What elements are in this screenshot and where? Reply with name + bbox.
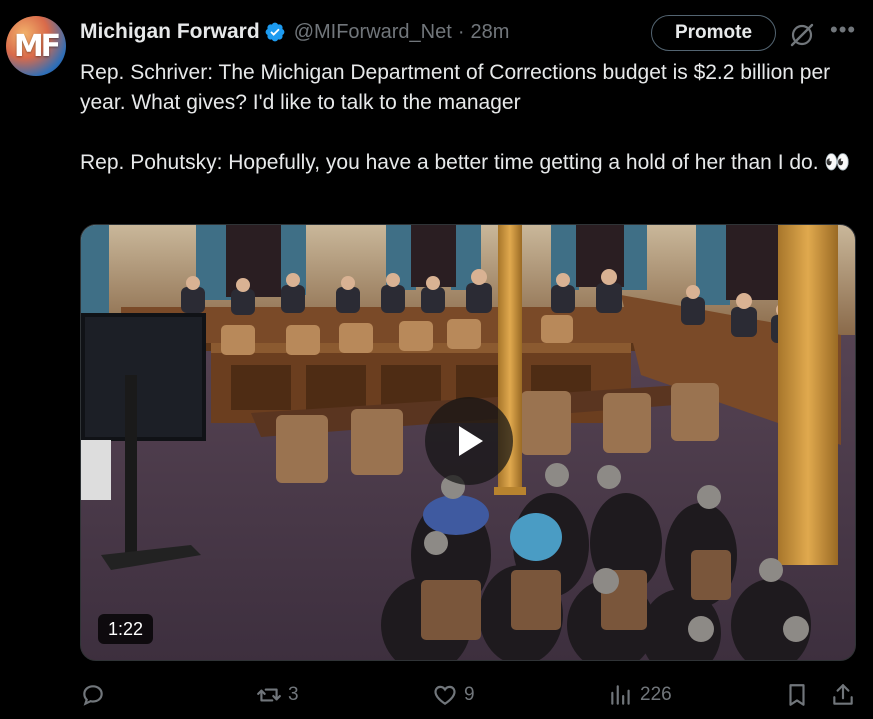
views-button[interactable]: 226 [608, 676, 672, 714]
reply-icon [83, 685, 103, 706]
separator-dot: · [457, 20, 465, 43]
repost-count: 3 [288, 684, 299, 705]
video-player[interactable]: 1:22 [80, 224, 856, 661]
more-options-icon[interactable]: ••• [830, 19, 856, 46]
promote-button[interactable]: Promote [651, 15, 776, 51]
repost-icon [257, 688, 281, 702]
video-duration-badge: 1:22 [98, 614, 154, 644]
user-handle[interactable]: @MIForward_Net [294, 21, 452, 44]
share-button[interactable] [830, 676, 856, 714]
avatar[interactable]: MF [6, 16, 66, 76]
tweet-actions: 3 9 226 [0, 676, 873, 716]
play-button[interactable] [425, 397, 513, 485]
bookmark-icon [789, 684, 805, 706]
share-icon [833, 684, 853, 705]
repost-button[interactable]: 3 [256, 676, 299, 714]
views-chart-icon [611, 685, 630, 705]
tweet-text: Rep. Schriver: The Michigan Department o… [80, 61, 851, 174]
heart-icon [434, 685, 456, 705]
bookmark-button[interactable] [784, 676, 810, 714]
timestamp[interactable]: 28m [470, 21, 509, 44]
reply-button[interactable] [80, 676, 112, 714]
like-count: 9 [464, 684, 475, 705]
play-icon [459, 426, 483, 456]
tweet-header: Michigan Forward @MIForward_Net · 28m [80, 18, 509, 46]
display-name[interactable]: Michigan Forward [80, 20, 260, 44]
avatar-logo-text: MF [13, 28, 61, 64]
grok-icon[interactable] [789, 22, 815, 48]
verified-badge-icon[interactable] [264, 21, 286, 43]
view-count: 226 [640, 684, 672, 705]
like-button[interactable]: 9 [432, 676, 475, 714]
